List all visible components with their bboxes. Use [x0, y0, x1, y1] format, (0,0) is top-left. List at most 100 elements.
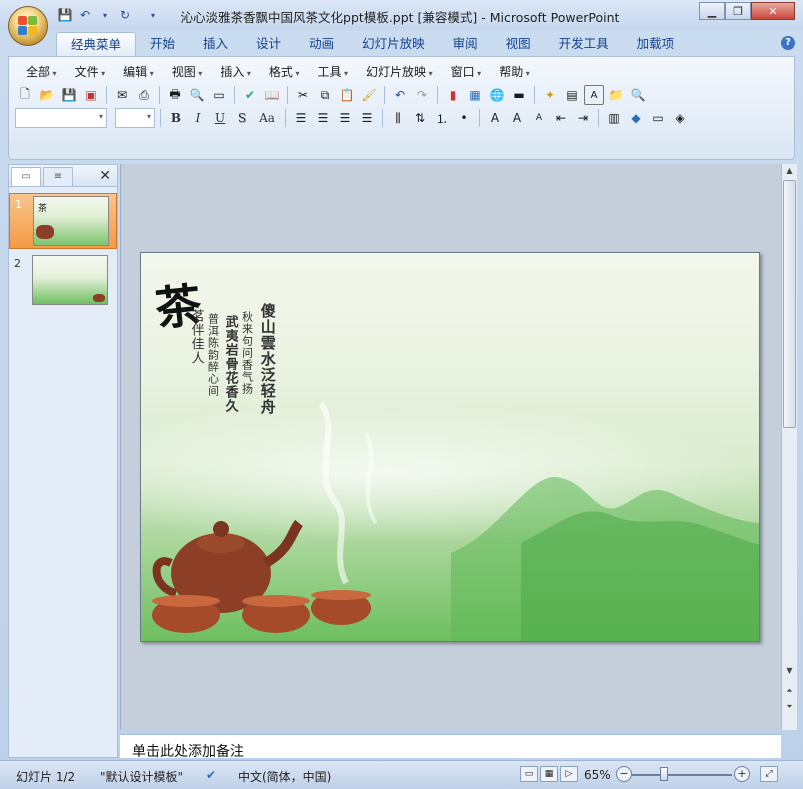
- layout-icon[interactable]: ▤: [562, 85, 582, 105]
- menu-help[interactable]: 帮助: [490, 63, 539, 81]
- tab-design[interactable]: 设计: [242, 32, 295, 56]
- menu-format[interactable]: 格式: [260, 63, 309, 81]
- save-icon[interactable]: 💾: [56, 6, 74, 24]
- fit-to-window-icon[interactable]: ⤢: [760, 766, 778, 782]
- find-icon[interactable]: 🔍: [628, 85, 648, 105]
- folder-icon[interactable]: 📁: [606, 85, 626, 105]
- format-painter-icon[interactable]: 🖌: [359, 85, 379, 105]
- menu-tools[interactable]: 工具: [308, 63, 357, 81]
- zoom-slider-track[interactable]: [632, 774, 732, 776]
- shapes-icon[interactable]: ◆: [626, 108, 646, 128]
- textbox-icon[interactable]: A: [584, 85, 604, 105]
- spelling-check-icon[interactable]: ✔: [206, 768, 216, 782]
- open-icon[interactable]: 📂: [37, 85, 57, 105]
- close-button[interactable]: ✕: [751, 2, 795, 20]
- redo-icon[interactable]: ↻: [116, 6, 134, 24]
- numbering-icon[interactable]: ⒈: [432, 108, 452, 128]
- new-slide-icon[interactable]: ✦: [540, 85, 560, 105]
- arrange-icon[interactable]: ▭: [648, 108, 668, 128]
- publish-icon[interactable]: ⎙: [134, 85, 154, 105]
- print-icon[interactable]: 🖶: [165, 85, 185, 105]
- color-icon[interactable]: ▬: [509, 85, 529, 105]
- save-icon[interactable]: 💾: [59, 85, 79, 105]
- minimize-button[interactable]: ▁: [699, 2, 725, 20]
- tab-classic-menu[interactable]: 经典菜单: [56, 32, 137, 56]
- previous-slide-icon[interactable]: ⏶: [782, 684, 797, 698]
- design-icon[interactable]: ▥: [604, 108, 624, 128]
- align-right-icon[interactable]: ☰: [335, 108, 355, 128]
- bold-button[interactable]: B: [166, 108, 186, 128]
- align-left-icon[interactable]: ☰: [291, 108, 311, 128]
- menu-edit[interactable]: 编辑: [114, 63, 163, 81]
- justify-icon[interactable]: ☰: [357, 108, 377, 128]
- zoom-in-icon[interactable]: +: [734, 766, 750, 782]
- undo-icon[interactable]: ↶: [76, 6, 94, 24]
- outline-tab-icon[interactable]: ≡: [43, 167, 73, 186]
- help-icon[interactable]: ?: [781, 36, 795, 50]
- slide-thumbnail-1[interactable]: 1 茶: [9, 193, 117, 249]
- scroll-thumb[interactable]: [783, 180, 796, 428]
- close-icon[interactable]: ✕: [99, 168, 111, 184]
- print-preview-icon[interactable]: 🔍: [187, 85, 207, 105]
- new-icon[interactable]: 🗋: [15, 85, 35, 105]
- office-button[interactable]: [8, 6, 48, 46]
- normal-view-icon[interactable]: ▭: [520, 766, 538, 782]
- hyperlink-icon[interactable]: 🌐: [487, 85, 507, 105]
- notes-pane[interactable]: 单击此处添加备注: [120, 734, 781, 758]
- text-direction-icon[interactable]: ⇅: [410, 108, 430, 128]
- zoom-slider-thumb[interactable]: [660, 767, 668, 781]
- underline-button[interactable]: U: [210, 108, 230, 128]
- menu-window[interactable]: 窗口: [442, 63, 491, 81]
- tab-view[interactable]: 视图: [492, 32, 545, 56]
- fill-icon[interactable]: ◈: [670, 108, 690, 128]
- bullets-icon[interactable]: •: [454, 108, 474, 128]
- tab-animation[interactable]: 动画: [295, 32, 348, 56]
- slideshow-icon[interactable]: ▷: [560, 766, 578, 782]
- table-icon[interactable]: ▦: [465, 85, 485, 105]
- copy-icon[interactable]: ⧉: [315, 85, 335, 105]
- italic-button[interactable]: I: [188, 108, 208, 128]
- undo-icon[interactable]: ↶: [390, 85, 410, 105]
- spelling-icon[interactable]: ✔: [240, 85, 260, 105]
- tab-developer[interactable]: 开发工具: [545, 32, 623, 56]
- shadow-button[interactable]: S: [232, 108, 252, 128]
- change-case-button[interactable]: Aa: [254, 108, 280, 128]
- slides-tab-icon[interactable]: ▭: [11, 167, 41, 186]
- tab-review[interactable]: 审阅: [439, 32, 492, 56]
- font-size-combo[interactable]: [115, 108, 155, 128]
- zoom-out-icon[interactable]: −: [616, 766, 632, 782]
- tab-slideshow[interactable]: 幻灯片放映: [348, 32, 439, 56]
- dropdown-icon[interactable]: ▾: [96, 6, 114, 24]
- menu-view[interactable]: 视图: [163, 63, 212, 81]
- decrease-indent-icon[interactable]: ⇤: [551, 108, 571, 128]
- scroll-down-icon[interactable]: ▼: [782, 664, 797, 678]
- font-name-combo[interactable]: [15, 108, 107, 128]
- menu-file[interactable]: 文件: [66, 63, 115, 81]
- language[interactable]: 中文(简体，中国): [238, 768, 331, 785]
- scroll-up-icon[interactable]: ▲: [782, 164, 797, 178]
- columns-icon[interactable]: ⫼: [388, 108, 408, 128]
- slide-icon[interactable]: ▭: [209, 85, 229, 105]
- zoom-level[interactable]: 65%: [584, 768, 611, 782]
- slide-thumbnail-2[interactable]: 2: [9, 253, 117, 309]
- email-icon[interactable]: ✉: [112, 85, 132, 105]
- tab-home[interactable]: 开始: [136, 32, 189, 56]
- redo-icon[interactable]: ↷: [412, 85, 432, 105]
- paste-icon[interactable]: 📋: [337, 85, 357, 105]
- align-center-icon[interactable]: ☰: [313, 108, 333, 128]
- research-icon[interactable]: 📖: [262, 85, 282, 105]
- permission-icon[interactable]: ▣: [81, 85, 101, 105]
- menu-insert[interactable]: 插入: [211, 63, 260, 81]
- font-color-icon[interactable]: A: [485, 108, 505, 128]
- chart-icon[interactable]: ▮: [443, 85, 463, 105]
- menu-slideshow[interactable]: 幻灯片放映: [357, 63, 442, 81]
- increase-indent-icon[interactable]: ⇥: [573, 108, 593, 128]
- increase-font-icon[interactable]: A: [507, 108, 527, 128]
- menu-all[interactable]: 全部: [17, 63, 66, 81]
- next-slide-icon[interactable]: ⏷: [782, 700, 797, 714]
- restore-button[interactable]: ❐: [725, 2, 751, 20]
- decrease-font-icon[interactable]: A: [529, 108, 549, 128]
- slide-canvas[interactable]: 茶 傻山雲水泛轻舟 秋来句问香气扬 武夷岩骨花香久 普洱陈韵醉心间 茗伴佳人: [140, 252, 760, 642]
- slide-sorter-icon[interactable]: ▦: [540, 766, 558, 782]
- tab-addins[interactable]: 加载项: [623, 32, 689, 56]
